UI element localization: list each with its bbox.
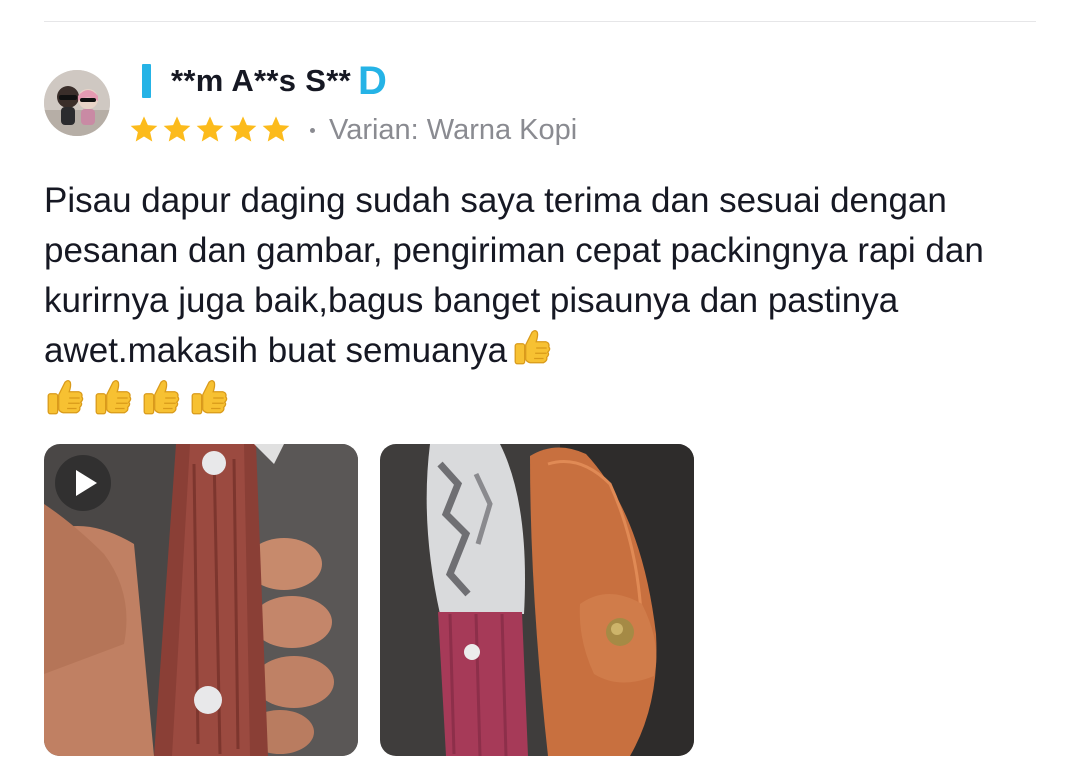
top-divider <box>44 21 1036 22</box>
thumbs-up-icon <box>95 380 132 415</box>
reviewer-header: **m A**s S** D <box>142 60 387 102</box>
thumbs-up-icon <box>514 330 551 365</box>
play-icon <box>76 470 97 496</box>
star-icon <box>262 116 290 142</box>
thumbs-up-icon <box>191 380 228 415</box>
review-video-thumbnail[interactable] <box>44 444 358 756</box>
star-icon <box>130 116 158 142</box>
reviewer-username[interactable]: **m A**s S** <box>171 63 351 99</box>
emoji-row <box>44 377 230 419</box>
avatar[interactable] <box>44 70 110 136</box>
rating-row: Varian: Warna Kopi <box>128 110 577 150</box>
play-button[interactable] <box>55 455 111 511</box>
star-rating <box>128 114 292 146</box>
thumbs-up-icon <box>47 380 84 415</box>
accent-bar <box>142 64 151 98</box>
review-photo[interactable] <box>380 444 694 756</box>
star-icon <box>229 116 257 142</box>
thumbs-up-icon <box>143 380 180 415</box>
star-icon <box>163 116 191 142</box>
separator-dot <box>310 127 315 133</box>
star-icon <box>196 116 224 142</box>
variant-label: Varian: Warna Kopi <box>329 113 578 146</box>
reviewer-badge: D <box>357 59 387 103</box>
review-text: Pisau dapur daging sudah saya terima dan… <box>44 176 1044 376</box>
